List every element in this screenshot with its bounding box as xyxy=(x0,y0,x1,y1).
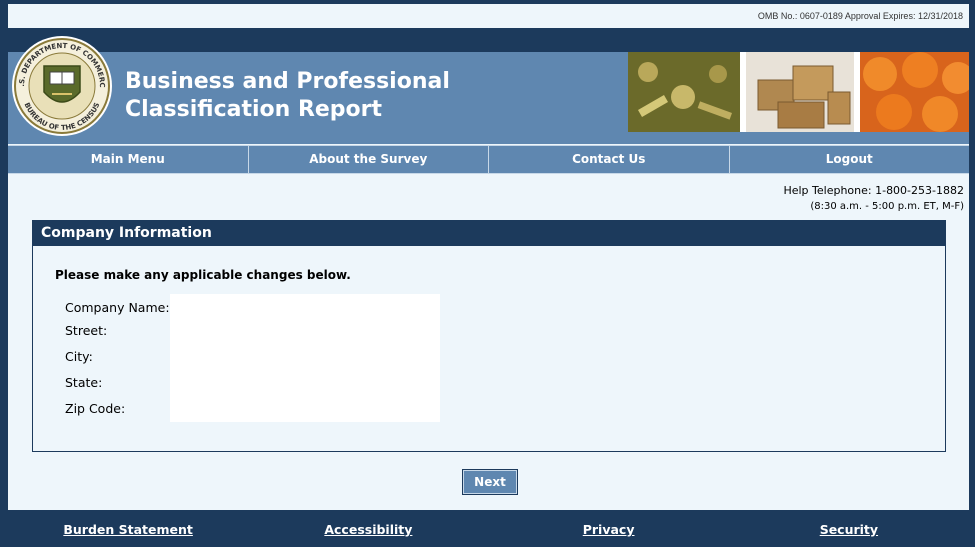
footer-link-burden-statement[interactable]: Burden Statement xyxy=(8,510,248,547)
help-info: Help Telephone: 1-800-253-1882 (8:30 a.m… xyxy=(783,183,964,215)
company-name-label: Company Name: xyxy=(65,300,170,315)
footer-link-security[interactable]: Security xyxy=(729,510,969,547)
nav-logout[interactable]: Logout xyxy=(730,146,970,173)
title-line-2: Classification Report xyxy=(125,97,383,122)
city-label: City: xyxy=(65,349,93,364)
main-nav: Main Menu About the Survey Contact Us Lo… xyxy=(8,145,969,174)
panel-title: Company Information xyxy=(33,221,945,246)
nav-about-the-survey[interactable]: About the Survey xyxy=(249,146,489,173)
footer: Burden Statement Accessibility Privacy S… xyxy=(8,510,969,547)
zip-code-label: Zip Code: xyxy=(65,401,126,416)
page-title: Business and Professional Classification… xyxy=(125,68,545,124)
help-hours: (8:30 a.m. - 5:00 p.m. ET, M-F) xyxy=(810,201,964,212)
nav-main-menu[interactable]: Main Menu xyxy=(8,146,249,173)
next-button[interactable]: Next xyxy=(462,469,518,495)
omb-notice: OMB No.: 0607-0189 Approval Expires: 12/… xyxy=(8,4,969,28)
header-top-bar xyxy=(8,28,969,52)
help-telephone: Help Telephone: 1-800-253-1882 xyxy=(783,184,964,197)
title-line-1: Business and Professional xyxy=(125,69,450,94)
company-fields-box[interactable] xyxy=(170,294,440,422)
panel-instructions: Please make any applicable changes below… xyxy=(55,268,351,282)
street-label: Street: xyxy=(65,323,108,338)
page: OMB No.: 0607-0189 Approval Expires: 12/… xyxy=(8,4,969,547)
nav-contact-us[interactable]: Contact Us xyxy=(489,146,730,173)
state-label: State: xyxy=(65,375,103,390)
census-seal-logo: U.S. DEPARTMENT OF COMMERCE BUREAU OF TH… xyxy=(10,34,112,136)
header-photo-collage xyxy=(628,52,969,132)
footer-link-accessibility[interactable]: Accessibility xyxy=(248,510,488,547)
footer-link-privacy[interactable]: Privacy xyxy=(489,510,729,547)
company-info-panel: Company Information Please make any appl… xyxy=(32,220,946,452)
